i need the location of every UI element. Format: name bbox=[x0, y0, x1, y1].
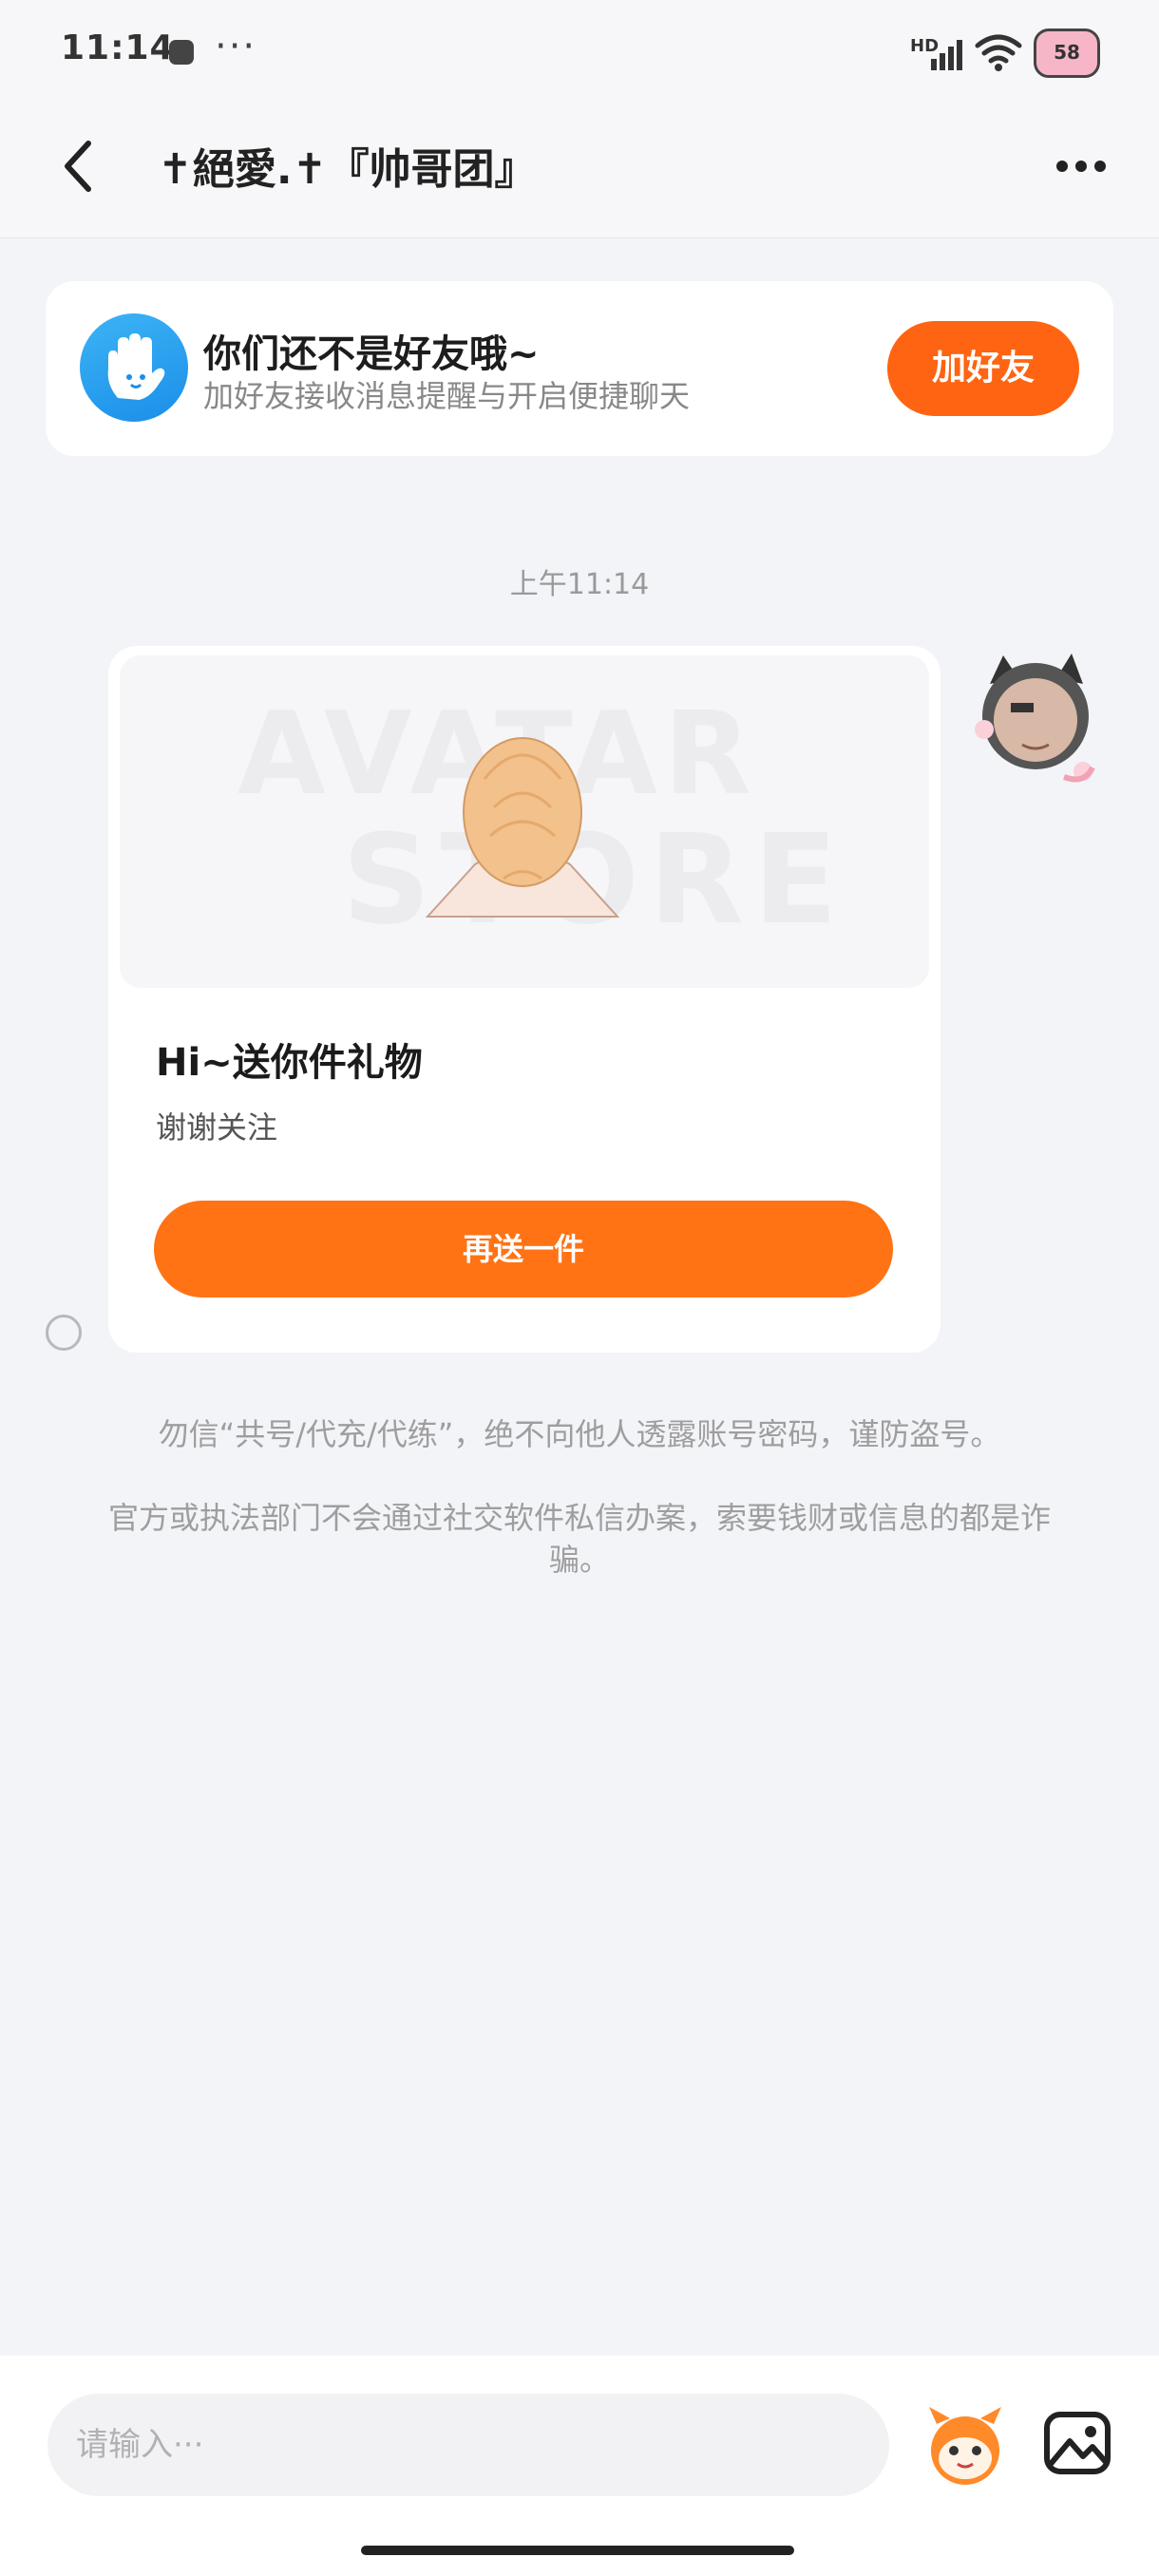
app-notification-icon bbox=[169, 40, 194, 65]
message-timestamp: 上午11:14 bbox=[509, 568, 650, 601]
more-icon-dot bbox=[1075, 161, 1087, 172]
send-again-button[interactable]: 再送一件 bbox=[154, 1201, 893, 1297]
sender-avatar[interactable] bbox=[965, 646, 1098, 788]
more-button[interactable] bbox=[1045, 142, 1117, 190]
signal-icon bbox=[931, 40, 962, 70]
status-time: 11:14 bbox=[61, 28, 175, 67]
page-title: ✝絕愛.✝『帅哥团』 bbox=[158, 145, 537, 194]
select-message-checkbox[interactable] bbox=[46, 1315, 82, 1351]
message-input[interactable] bbox=[48, 2394, 889, 2496]
fraud-notice: 官方或执法部门不会通过社交软件私信办案，索要钱财或信息的都是诈骗。 bbox=[107, 1500, 1051, 1578]
battery-indicator: 58 bbox=[1034, 28, 1100, 78]
status-more-dots: ··· bbox=[215, 25, 257, 68]
gift-title: Hi~送你件礼物 bbox=[156, 1041, 423, 1085]
avatar-figure-image bbox=[425, 737, 620, 918]
more-icon-dot bbox=[1094, 161, 1106, 172]
back-arrow-icon bbox=[65, 141, 91, 192]
back-button[interactable] bbox=[49, 123, 106, 209]
wave-hand-icon bbox=[80, 313, 188, 422]
gift-subtitle: 谢谢关注 bbox=[156, 1109, 278, 1146]
friend-banner-title: 你们还不是好友哦~ bbox=[203, 332, 540, 376]
friend-banner-subtitle: 加好友接收消息提醒与开启便捷聊天 bbox=[203, 378, 691, 414]
more-icon bbox=[1056, 161, 1068, 172]
security-notice: 勿信“共号/代充/代练”，绝不向他人透露账号密码，谨防盗号。 bbox=[158, 1416, 1001, 1452]
home-indicator bbox=[361, 2546, 794, 2555]
wifi-icon bbox=[975, 34, 1022, 71]
add-friend-button[interactable]: 加好友 bbox=[887, 321, 1079, 416]
mascot-icon[interactable] bbox=[920, 2403, 1011, 2489]
image-icon[interactable] bbox=[1041, 2407, 1113, 2479]
